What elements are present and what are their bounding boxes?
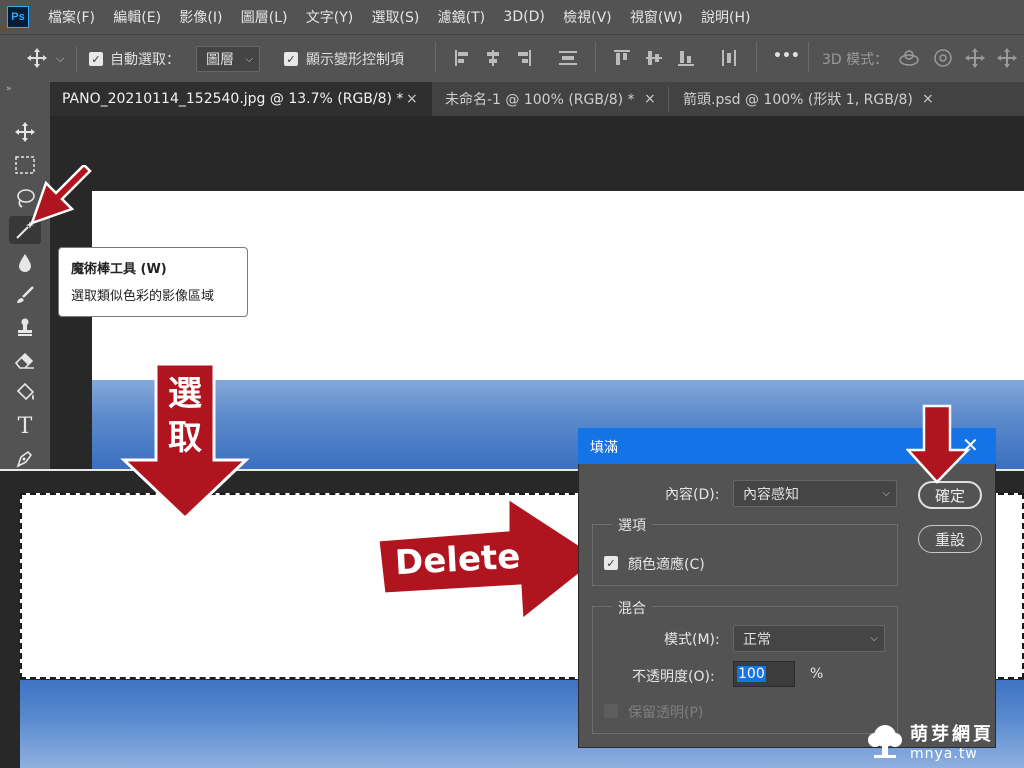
tab-pano[interactable]: PANO_20210114_152540.jpg @ 13.7% (RGB/8)… (50, 82, 432, 116)
tooltip: 魔術棒工具 (W) 選取類似色彩的影像區域 (58, 247, 248, 317)
align-left-icon[interactable] (451, 47, 473, 69)
pen-tool-icon[interactable] (9, 444, 41, 472)
tab-untitled[interactable]: 未命名-1 @ 100% (RGB/8) * × (432, 82, 668, 116)
close-icon[interactable]: × (406, 91, 418, 107)
menu-edit[interactable]: 編輯(E) (113, 7, 161, 27)
mode-label: 模式(M): (664, 632, 720, 648)
clone-stamp-tool-icon[interactable] (9, 313, 41, 341)
menu-select[interactable]: 選取(S) (372, 7, 420, 27)
tooltip-title: 魔術棒工具 (W) (71, 262, 167, 277)
mode-value: 正常 (743, 631, 771, 648)
menu-filter[interactable]: 濾鏡(T) (438, 7, 485, 27)
align-vertical-center-icon[interactable] (643, 47, 665, 69)
pointer-arrow-icon (29, 165, 92, 226)
watermark-tree-logo-icon (868, 725, 902, 758)
align-horizontal-center-icon[interactable] (482, 47, 504, 69)
divider (808, 42, 809, 72)
reset-button[interactable]: 重設 (918, 525, 982, 553)
content-dropdown[interactable]: 內容感知 ⌵ (733, 480, 897, 507)
eraser-tool-icon[interactable] (9, 346, 41, 374)
3d-orbit-icon[interactable] (898, 47, 920, 69)
3d-mode-label: 3D 模式： (822, 52, 889, 68)
chevron-down-icon: ⌵ (870, 633, 878, 644)
delete-annotation-label: Delete (394, 536, 522, 584)
color-adapt-checkbox[interactable]: ✓ (604, 556, 618, 570)
move-tool-icon[interactable] (9, 118, 41, 146)
watermark-title: 萌芽網頁 (910, 724, 994, 745)
auto-select-checkbox[interactable]: ✓ (89, 52, 103, 66)
close-icon[interactable]: × (922, 91, 934, 107)
menu-layer[interactable]: 圖層(L) (241, 7, 288, 27)
blend-group-title: 混合 (612, 598, 652, 618)
menu-view[interactable]: 檢視(V) (563, 7, 612, 27)
menu-file[interactable]: 檔案(F) (48, 7, 95, 27)
menu-type[interactable]: 文字(Y) (306, 7, 353, 27)
menu-items: 檔案(F) 編輯(E) 影像(I) 圖層(L) 文字(Y) 選取(S) 濾鏡(T… (48, 0, 769, 34)
content-value: 內容感知 (743, 486, 799, 503)
select-char-1: 選 (168, 374, 202, 414)
tab-label: PANO_20210114_152540.jpg @ 13.7% (RGB/8)… (62, 91, 404, 107)
tab-label: 未命名-1 @ 100% (RGB/8) * (445, 92, 635, 108)
align-bottom-icon[interactable] (675, 47, 697, 69)
3d-pan-icon[interactable] (964, 47, 986, 69)
divider (76, 46, 77, 72)
options-group-title: 選項 (612, 515, 652, 535)
chevron-down-icon: ⌵ (245, 53, 253, 65)
auto-select-label: 自動選取： (110, 52, 180, 68)
opacity-label: 不透明度(O): (632, 669, 715, 685)
distribute-vertical-icon[interactable] (718, 47, 740, 69)
ok-pointer-arrow-icon (906, 404, 971, 484)
opacity-value: 100 (737, 666, 766, 682)
show-transform-label: 顯示變形控制項 (306, 52, 404, 68)
color-adapt-label: 顏色適應(C) (628, 557, 705, 573)
align-right-icon[interactable] (513, 47, 535, 69)
menu-window[interactable]: 視窗(W) (630, 7, 683, 27)
dialog-title: 填滿 (590, 440, 618, 456)
auto-select-value: 圖層 (206, 52, 234, 68)
opacity-unit: % (810, 666, 824, 682)
distribute-icon[interactable] (557, 47, 579, 69)
3d-roll-icon[interactable] (932, 47, 954, 69)
preserve-transparency-checkbox[interactable] (604, 704, 618, 718)
watermark-url: mnya.tw (910, 746, 978, 762)
preserve-transparency-label: 保留透明(P) (628, 705, 704, 721)
move-tool-icon[interactable] (26, 47, 48, 69)
tooltip-description: 選取類似色彩的影像區域 (71, 289, 215, 304)
opacity-input[interactable]: 100 (733, 661, 795, 687)
chevron-down-icon[interactable]: ⌵ (56, 52, 64, 66)
content-label: 內容(D): (665, 487, 720, 503)
select-char-2: 取 (168, 418, 202, 458)
blur-tool-icon[interactable] (9, 249, 41, 277)
watermark-text: 萌芽網頁 mnya.tw (910, 720, 994, 762)
menu-3d[interactable]: 3D(D) (503, 9, 544, 25)
tab-label: 箭頭.psd @ 100% (形狀 1, RGB/8) (683, 92, 913, 108)
watermark: 萌芽網頁 mnya.tw (866, 718, 1016, 764)
chevron-down-icon: ⌵ (882, 488, 890, 499)
divider (595, 42, 596, 72)
show-transform-checkbox[interactable]: ✓ (284, 52, 298, 66)
auto-select-dropdown[interactable]: 圖層 ⌵ (196, 46, 260, 72)
brush-tool-icon[interactable] (9, 281, 41, 309)
close-icon[interactable]: × (644, 91, 656, 107)
3d-slide-icon[interactable] (996, 47, 1018, 69)
menu-image[interactable]: 影像(I) (179, 7, 222, 27)
photoshop-logo-icon: Ps (7, 6, 29, 28)
divider (756, 42, 757, 72)
mode-dropdown[interactable]: 正常 ⌵ (733, 625, 885, 652)
divider (435, 42, 436, 72)
more-options-icon[interactable]: ••• (773, 48, 800, 64)
tab-arrow-psd[interactable]: 箭頭.psd @ 100% (形狀 1, RGB/8) × (668, 82, 944, 116)
align-top-icon[interactable] (611, 47, 633, 69)
menu-help[interactable]: 說明(H) (701, 7, 750, 27)
collapse-toolbar-icon[interactable]: » (6, 84, 12, 94)
type-tool-icon[interactable]: T (9, 412, 41, 440)
paint-bucket-tool-icon[interactable] (9, 379, 41, 407)
select-annotation-label: 選 取 (160, 372, 210, 460)
